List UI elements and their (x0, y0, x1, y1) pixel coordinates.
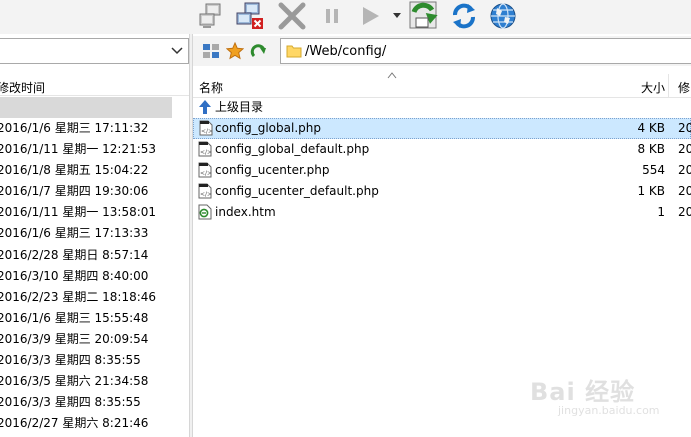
local-path-combobox[interactable] (0, 38, 189, 64)
svg-text:</>: </> (200, 170, 212, 177)
local-column-header[interactable]: 修改时间 (0, 76, 189, 96)
watermark-main: Bai 经验 (530, 378, 636, 406)
list-item[interactable]: 2016/3/3 星期四 8:35:55 (0, 350, 189, 371)
bookmark-button[interactable] (224, 41, 246, 61)
list-item[interactable]: 2016/1/6 星期三 17:13:33 (0, 223, 189, 244)
list-item[interactable]: 2016/2/23 星期二 18:18:46 (0, 287, 189, 308)
list-item[interactable]: 2016/3/3 星期四 8:35:55 (0, 392, 189, 413)
table-row[interactable]: </> config_ucenter.php 554 20 (193, 160, 691, 181)
list-item[interactable]: 2016/3/10 星期四 8:40:00 (0, 266, 189, 287)
up-arrow-icon (199, 100, 211, 114)
file-size: 1 KB (637, 184, 665, 198)
html-file-icon (198, 204, 212, 220)
download-icon (409, 1, 438, 29)
file-modified: 20 (678, 205, 691, 219)
file-name: config_global_default.php (215, 142, 370, 156)
modified-column-label: 修改时间 (0, 81, 46, 95)
parent-folder-button[interactable] (248, 41, 270, 61)
php-file-icon: </> (199, 120, 213, 136)
list-item[interactable]: 2016/1/8 星期五 15:04:22 (0, 160, 189, 181)
file-name: index.htm (215, 205, 276, 219)
table-row[interactable]: </> config_global_default.php 8 KB 20 (193, 139, 691, 160)
file-modified: 20 (678, 142, 691, 156)
watermark: Bai 经验 jingyan.baidu.com (530, 372, 690, 432)
php-file-icon: </> (198, 162, 212, 178)
file-modified: 20 (678, 184, 691, 198)
svg-text:</>: </> (200, 149, 212, 156)
list-item[interactable]: 2016/1/6 星期三 17:11:32 (0, 118, 189, 139)
list-item[interactable]: 2016/1/11 星期一 13:58:01 (0, 202, 189, 223)
list-item[interactable]: 2016/3/5 星期六 21:34:58 (0, 371, 189, 392)
globe-icon (490, 3, 516, 29)
list-item[interactable]: 2016/2/28 星期日 8:57:14 (0, 245, 189, 266)
play-button[interactable] (354, 1, 386, 31)
remote-column-header: 名称 大小 修 (193, 72, 691, 98)
list-item[interactable]: 2016/2/27 星期六 8:21:46 (0, 413, 189, 434)
name-column-header[interactable]: 名称 (199, 79, 223, 96)
modified-column-header[interactable]: 修 (678, 79, 690, 96)
connect-icon (199, 3, 221, 28)
list-item[interactable]: 2016/3/9 星期三 20:09:54 (0, 329, 189, 350)
download-button[interactable] (408, 1, 440, 31)
table-row[interactable]: </> config_global.php 4 KB 20 (193, 118, 691, 139)
file-name: config_ucenter.php (215, 163, 330, 177)
local-file-list: 2016/1/6 星期三 17:11:32 2016/1/11 星期一 12:2… (0, 118, 189, 434)
disconnect-icon (236, 2, 263, 29)
file-size: 8 KB (637, 142, 665, 156)
chevron-down-icon (171, 47, 183, 55)
svg-text:</>: </> (200, 191, 212, 198)
star-icon (226, 42, 244, 60)
file-size: 4 KB (637, 121, 665, 135)
list-item[interactable]: 2016/1/7 星期四 19:30:06 (0, 181, 189, 202)
file-modified: 20 (678, 121, 691, 135)
folder-icon (286, 45, 302, 58)
transfer-dropdown[interactable] (386, 1, 408, 31)
site-button[interactable] (487, 1, 519, 31)
file-name: config_global.php (215, 121, 321, 135)
svg-text:</>: </> (201, 128, 213, 135)
column-separator[interactable] (668, 74, 669, 98)
file-size: 554 (642, 163, 665, 177)
php-file-icon: </> (198, 141, 212, 157)
refresh-icon (453, 3, 475, 29)
size-column-header[interactable]: 大小 (641, 79, 665, 96)
refresh-button[interactable] (448, 1, 480, 31)
parent-directory-row[interactable]: 上级目录 (193, 97, 691, 118)
sort-ascending-icon (387, 72, 397, 79)
file-name: config_ucenter_default.php (215, 184, 379, 198)
pause-button[interactable] (316, 1, 348, 31)
disconnect-button[interactable] (234, 1, 266, 31)
dropdown-arrow-icon (393, 13, 401, 18)
table-row[interactable]: index.htm 1 20 (193, 202, 691, 223)
toolbar (0, 0, 691, 34)
back-arrow-icon (250, 44, 266, 58)
cancel-button[interactable] (276, 1, 308, 31)
list-item[interactable]: 2016/1/6 星期三 15:55:48 (0, 308, 189, 329)
tree-icon (203, 44, 219, 58)
remote-file-list: 上级目录 </> config_global.php 4 KB 20 </> c… (193, 97, 691, 223)
parent-directory-label: 上级目录 (215, 100, 264, 114)
pause-icon (326, 9, 338, 23)
file-size: 1 (657, 205, 665, 219)
tree-view-button[interactable] (200, 41, 222, 61)
remote-path-field[interactable]: /Web/config/ (280, 38, 691, 64)
watermark-sub: jingyan.baidu.com (558, 404, 660, 417)
play-icon (363, 7, 379, 25)
connect-button[interactable] (196, 1, 228, 31)
php-file-icon: </> (198, 183, 212, 199)
cancel-icon (278, 2, 306, 30)
table-row[interactable]: </> config_ucenter_default.php 1 KB 20 (193, 181, 691, 202)
remote-path-text: /Web/config/ (305, 44, 387, 59)
local-selected-row[interactable] (0, 97, 172, 118)
file-modified: 20 (678, 163, 691, 177)
list-item[interactable]: 2016/1/11 星期一 12:21:53 (0, 139, 189, 160)
